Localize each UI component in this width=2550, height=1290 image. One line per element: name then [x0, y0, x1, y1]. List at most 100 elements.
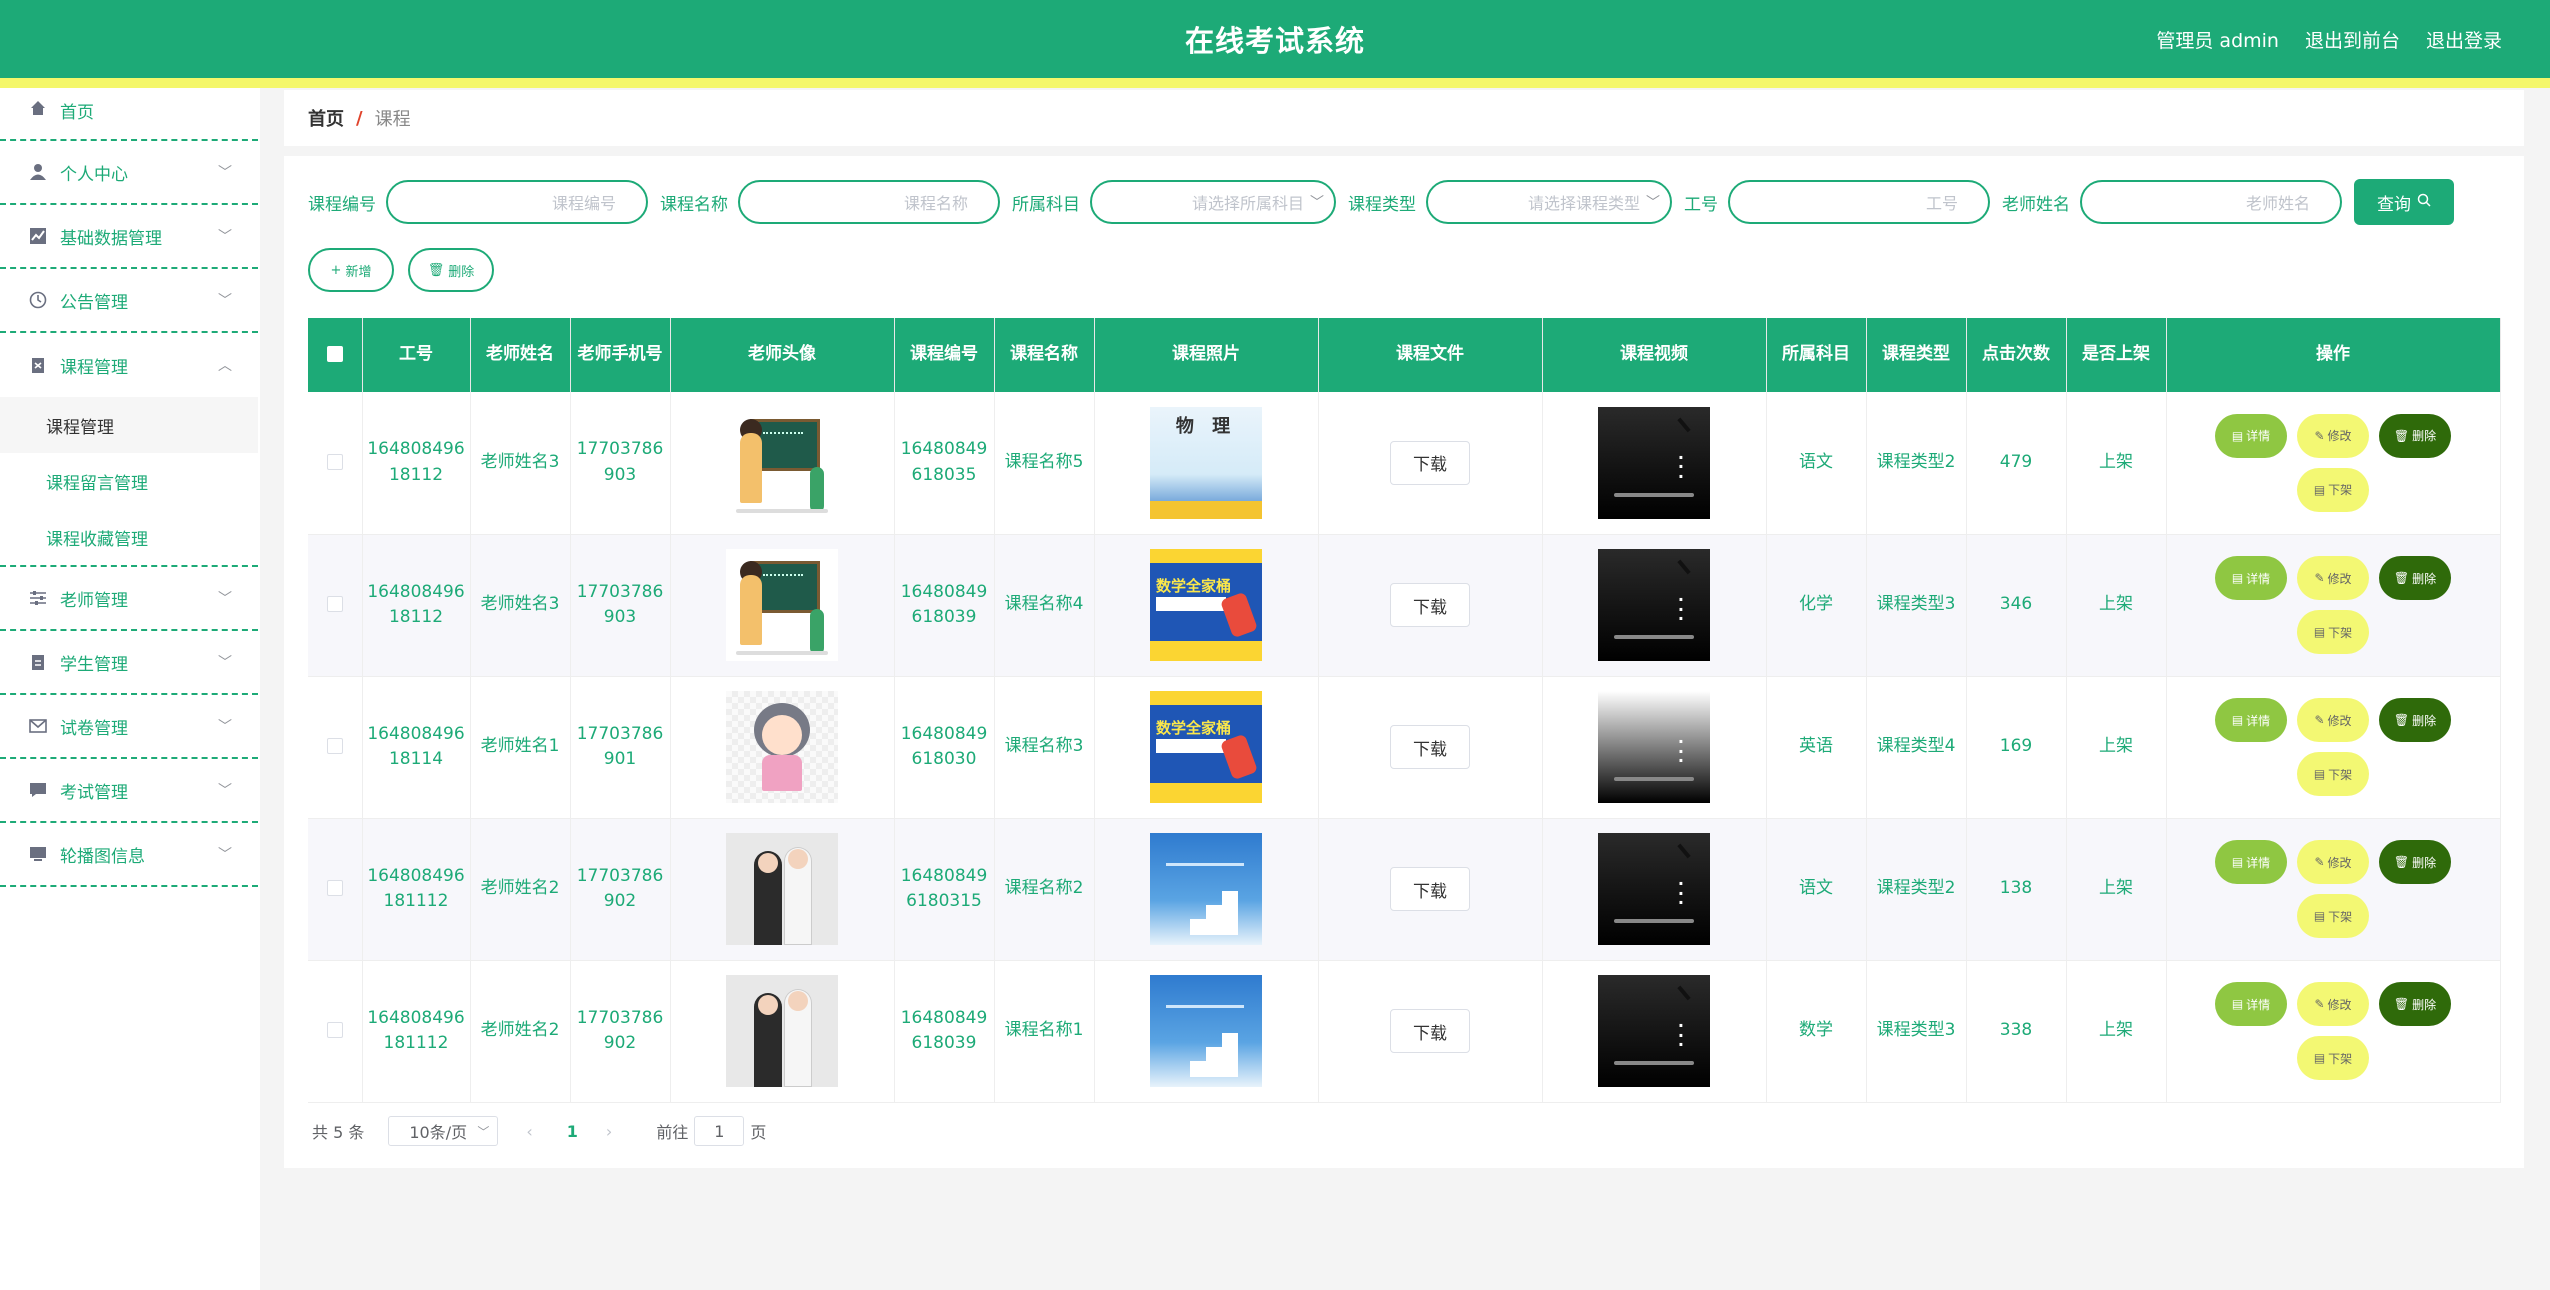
download-button[interactable]: 下载: [1390, 440, 1470, 485]
detail-button[interactable]: ▤ 详情: [2215, 698, 2287, 742]
delete-button[interactable]: 🗑 删除: [2379, 698, 2451, 742]
row-checkbox[interactable]: [326, 738, 343, 755]
course-video-player[interactable]: · · ·: [1598, 975, 1710, 1087]
take-down-icon: ▤: [2313, 1051, 2326, 1065]
subject-select[interactable]: 请选择所属科目 ﹀: [1090, 180, 1336, 224]
goto-page-input[interactable]: [694, 1116, 745, 1146]
col-header: 课程编号: [894, 318, 995, 392]
select-all-checkbox[interactable]: [326, 346, 343, 363]
detail-button[interactable]: ▤ 详情: [2215, 982, 2287, 1026]
teacher-avatar-image[interactable]: [726, 691, 838, 803]
teacher-avatar-image[interactable]: [726, 975, 838, 1087]
teacher-avatar-image[interactable]: [726, 406, 838, 519]
row-checkbox[interactable]: [326, 1022, 343, 1039]
row-select-cell[interactable]: [308, 676, 363, 819]
subject-cell: 英语: [1766, 676, 1867, 819]
course-type-select[interactable]: 请选择课程类型 ﹀: [1426, 180, 1672, 224]
row-select-cell[interactable]: [308, 818, 363, 961]
edit-button[interactable]: ✎ 修改: [2297, 556, 2369, 600]
delete-button[interactable]: 🗑 删除: [2379, 556, 2451, 600]
row-checkbox[interactable]: [326, 454, 343, 470]
row-select-cell[interactable]: [308, 534, 363, 677]
search-label-teacher-name: 老师姓名: [2002, 194, 2070, 215]
course-photo-image[interactable]: 物 理: [1150, 406, 1262, 519]
detail-icon: ▤: [2231, 428, 2244, 443]
prev-page-button[interactable]: ‹: [526, 1122, 532, 1141]
download-button[interactable]: 下载: [1390, 1009, 1470, 1053]
add-button[interactable]: + 新增: [308, 248, 394, 292]
search-button[interactable]: 查询: [2354, 179, 2454, 225]
teacher-avatar-image[interactable]: [726, 549, 838, 661]
sidebar-item-label: 首页: [60, 103, 94, 123]
edit-button[interactable]: ✎ 修改: [2297, 698, 2369, 742]
course-no-input[interactable]: 课程编号: [386, 180, 648, 224]
select-all-cell[interactable]: [308, 318, 363, 392]
teacher-avatar-image[interactable]: [726, 833, 838, 945]
course-video-player[interactable]: · · ·: [1598, 833, 1710, 945]
course-photo-image[interactable]: 数学全家桶: [1150, 691, 1262, 803]
sidebar-item-label: 老师管理: [60, 590, 128, 611]
course-photo-image[interactable]: [1150, 975, 1262, 1087]
sidebar-subitem-course-favorites[interactable]: 课程收藏管理: [0, 509, 258, 565]
download-button[interactable]: 下载: [1390, 725, 1470, 769]
pencil-icon: ✎: [2314, 713, 2325, 727]
sidebar-item-home[interactable]: 首页: [0, 88, 258, 141]
teacher-phone-cell: 17703786902: [570, 960, 671, 1103]
page-size-select[interactable]: 10条/页 ﹀: [388, 1116, 499, 1146]
page-number[interactable]: 1: [567, 1122, 578, 1141]
breadcrumb-home[interactable]: 首页: [308, 105, 344, 131]
take-down-icon: ▤: [2313, 482, 2326, 497]
edit-button[interactable]: ✎ 修改: [2297, 840, 2369, 884]
course-video-player[interactable]: · · ·: [1598, 691, 1710, 803]
take-down-button[interactable]: ▤ 下架: [2297, 467, 2369, 512]
course-video-player[interactable]: · · ·: [1598, 549, 1710, 661]
logout-link[interactable]: 退出登录: [2426, 26, 2502, 53]
sidebar-subitem-course-comments[interactable]: 课程留言管理: [0, 453, 258, 509]
course-photo-image[interactable]: [1150, 833, 1262, 945]
take-down-button[interactable]: ▤ 下架: [2297, 610, 2369, 654]
delete-button[interactable]: 🗑 删除: [2379, 840, 2451, 884]
sidebar-item-papers[interactable]: 试卷管理 ﹀: [0, 695, 258, 759]
row-checkbox[interactable]: [326, 596, 343, 613]
teacher-name-input[interactable]: 老师姓名: [2080, 180, 2342, 224]
sidebar-item-carousel[interactable]: 轮播图信息 ﹀: [0, 823, 258, 887]
col-header: 课程照片: [1094, 318, 1319, 392]
download-button[interactable]: 下载: [1390, 867, 1470, 911]
sidebar-item-notices[interactable]: 公告管理 ﹀: [0, 269, 258, 333]
edit-button[interactable]: ✎ 修改: [2297, 413, 2369, 458]
sidebar-item-profile[interactable]: 个人中心 ﹀: [0, 141, 258, 205]
batch-delete-button[interactable]: 🗑 删除: [408, 248, 494, 292]
sidebar-item-basic-data[interactable]: 基础数据管理 ﹀: [0, 205, 258, 269]
job-no-cell: 16480849618112: [362, 534, 471, 677]
sidebar-subitem-course[interactable]: 课程管理: [0, 397, 258, 453]
edit-button[interactable]: ✎ 修改: [2297, 982, 2369, 1026]
delete-button[interactable]: 🗑 删除: [2379, 413, 2451, 458]
next-page-button[interactable]: ›: [606, 1122, 612, 1141]
take-down-button[interactable]: ▤ 下架: [2297, 1036, 2369, 1080]
sidebar-item-exams[interactable]: 考试管理 ﹀: [0, 759, 258, 823]
sidebar-item-teachers[interactable]: 老师管理 ﹀: [0, 567, 258, 631]
detail-button[interactable]: ▤ 详情: [2215, 840, 2287, 884]
job-no-cell: 16480849618114: [362, 676, 471, 819]
row-select-cell[interactable]: [308, 960, 363, 1103]
row-checkbox[interactable]: [326, 880, 343, 897]
exit-to-front-link[interactable]: 退出到前台: [2305, 26, 2400, 53]
take-down-button[interactable]: ▤ 下架: [2297, 894, 2369, 938]
row-select-cell[interactable]: [308, 392, 363, 535]
detail-button[interactable]: ▤ 详情: [2215, 413, 2287, 458]
course-name-input[interactable]: 课程名称: [738, 180, 1000, 224]
operations-cell: ▤ 详情 ✎ 修改 🗑 删除 ▤ 下架: [2166, 392, 2501, 535]
job-no-input[interactable]: 工号: [1728, 180, 1990, 224]
course-photo-image[interactable]: 数学全家桶: [1150, 549, 1262, 661]
take-down-button[interactable]: ▤ 下架: [2297, 752, 2369, 796]
user-icon: [28, 162, 48, 182]
current-user: 管理员 admin: [2156, 30, 2279, 52]
goto-suffix: 页: [750, 1123, 767, 1142]
download-button[interactable]: 下载: [1390, 583, 1470, 627]
clock-icon: [28, 290, 48, 310]
course-video-player[interactable]: · · ·: [1598, 406, 1710, 519]
delete-button[interactable]: 🗑 删除: [2379, 982, 2451, 1026]
detail-button[interactable]: ▤ 详情: [2215, 556, 2287, 600]
sidebar-item-course-management[interactable]: 课程管理 ︿: [0, 333, 258, 397]
sidebar-item-students[interactable]: 学生管理 ﹀: [0, 631, 258, 695]
